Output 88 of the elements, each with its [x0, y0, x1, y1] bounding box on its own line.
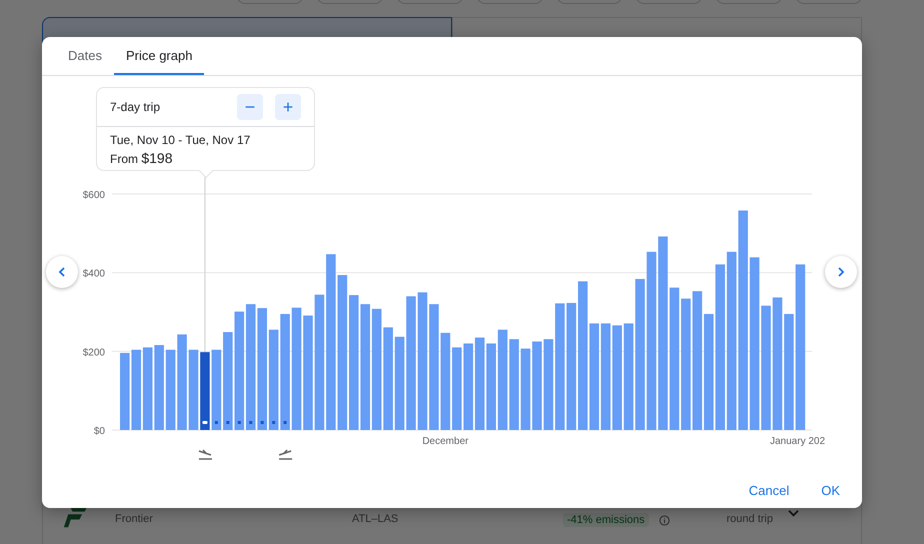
price-bar[interactable] — [188, 350, 198, 430]
dialog-tab[interactable]: Price graph — [114, 37, 204, 75]
price-bar[interactable] — [715, 264, 725, 430]
decrease-button[interactable]: − — [237, 94, 263, 120]
takeoff-icon — [198, 449, 213, 460]
flight-route: ATL–LAS — [352, 513, 400, 525]
price-bar[interactable] — [440, 332, 450, 430]
price-bar[interactable] — [612, 325, 622, 430]
info-icon[interactable] — [658, 514, 670, 526]
price-bar[interactable] — [314, 294, 324, 430]
ok-button[interactable]: OK — [815, 478, 846, 502]
price-bar[interactable] — [303, 316, 313, 430]
price-bar[interactable] — [292, 308, 302, 430]
price-bar[interactable] — [372, 308, 382, 430]
price-bar[interactable] — [338, 275, 348, 430]
price-bar[interactable] — [154, 345, 164, 430]
price-bar[interactable] — [509, 339, 519, 430]
price-bar[interactable] — [486, 343, 496, 430]
price-bar[interactable] — [257, 308, 267, 430]
cancel-button[interactable]: Cancel — [742, 478, 796, 502]
price-bar[interactable] — [658, 236, 668, 430]
previous-button[interactable] — [46, 256, 78, 288]
price-bar[interactable] — [394, 336, 404, 430]
price-bar[interactable] — [704, 314, 714, 430]
price-bar[interactable] — [796, 264, 806, 430]
chevron-down-icon[interactable] — [787, 509, 800, 518]
price-bar[interactable] — [566, 302, 576, 430]
trip-price: From $198 — [110, 150, 174, 166]
price-bar[interactable] — [578, 281, 588, 430]
price-bar[interactable] — [532, 342, 542, 430]
axis-label: $400 — [82, 268, 105, 280]
price-bar[interactable] — [600, 323, 610, 430]
price-bar[interactable] — [692, 291, 702, 430]
price-bar[interactable] — [406, 296, 416, 430]
landing-icon — [278, 449, 293, 460]
price-bar[interactable] — [681, 298, 691, 430]
price-bar[interactable] — [166, 350, 176, 430]
price-bar[interactable] — [360, 304, 370, 430]
axis-label: $200 — [82, 347, 105, 358]
price-bar[interactable] — [646, 252, 656, 430]
axis-label: December — [422, 436, 468, 447]
price-bar[interactable] — [234, 312, 244, 430]
departure-marker — [202, 421, 208, 424]
price-bar[interactable] — [750, 257, 760, 430]
axis-label: January 202 — [770, 436, 826, 447]
increase-button[interactable]: + — [275, 94, 301, 120]
price-bar[interactable] — [418, 292, 428, 430]
price-bar[interactable] — [670, 288, 680, 430]
chevron-right-icon — [836, 267, 846, 277]
price-bar[interactable] — [120, 352, 130, 430]
price-bar[interactable] — [520, 348, 530, 430]
price-bar[interactable] — [555, 303, 565, 430]
price-bar[interactable] — [784, 314, 794, 430]
price-bar[interactable] — [429, 304, 439, 430]
trip-length: 7-day trip — [110, 100, 162, 114]
trip-dates: Tue, Nov 10 - Tue, Nov 17 — [110, 133, 252, 147]
price-bar[interactable] — [349, 295, 359, 430]
price-bar[interactable] — [589, 323, 600, 430]
price-bar[interactable] — [383, 327, 393, 430]
price-bar[interactable] — [268, 330, 278, 430]
price-bar[interactable] — [544, 339, 554, 430]
price-bar[interactable] — [223, 332, 233, 430]
axis-label: $600 — [82, 190, 105, 201]
price-bar[interactable] — [474, 338, 485, 430]
price-bar[interactable] — [452, 347, 462, 430]
price-bar[interactable] — [498, 330, 508, 430]
axis-label: $0 — [94, 426, 105, 437]
price-bar[interactable] — [726, 252, 736, 430]
next-button[interactable] — [825, 256, 857, 288]
price-note: round trip — [726, 513, 773, 525]
price-bar[interactable] — [326, 254, 336, 430]
emissions-badge: -41% emissions — [563, 513, 649, 527]
price-bar[interactable] — [131, 350, 142, 430]
dialog-tab[interactable]: Dates — [56, 37, 114, 75]
chevron-left-icon — [57, 267, 67, 277]
price-bar[interactable] — [624, 323, 634, 430]
price-bar[interactable] — [246, 304, 256, 430]
price-bar[interactable] — [464, 343, 474, 430]
price-bar[interactable] — [635, 278, 645, 430]
price-bar[interactable] — [280, 314, 290, 430]
price-bar[interactable] — [738, 210, 748, 430]
price-bar[interactable] — [177, 334, 187, 430]
airline-name: Frontier — [115, 513, 154, 525]
price-bar[interactable] — [772, 297, 782, 430]
price-bar[interactable] — [761, 306, 771, 430]
price-bar[interactable] — [200, 352, 210, 430]
price-bar[interactable] — [212, 350, 222, 430]
price-bar[interactable] — [142, 347, 152, 430]
